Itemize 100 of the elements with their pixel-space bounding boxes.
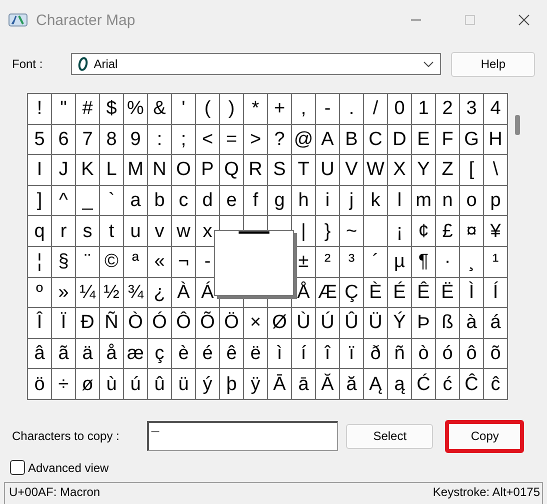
character-cell[interactable]: e <box>220 186 244 216</box>
character-cell[interactable]: Ą <box>364 369 388 400</box>
character-cell[interactable]: & <box>148 94 172 125</box>
character-cell[interactable]: _ <box>76 186 100 216</box>
character-cell[interactable]: ä <box>76 338 100 370</box>
character-cell[interactable]: º <box>28 278 52 308</box>
character-cell[interactable]: ö <box>28 369 52 400</box>
character-cell[interactable]: % <box>124 94 148 125</box>
character-cell[interactable]: å <box>100 338 124 370</box>
character-cell[interactable]: E <box>412 124 436 156</box>
character-cell[interactable]: C <box>364 124 388 156</box>
character-cell[interactable]: Ĉ <box>460 369 484 400</box>
character-cell[interactable]: » <box>52 278 76 308</box>
character-cell[interactable]: ` <box>100 186 124 216</box>
character-cell[interactable]: ó <box>436 338 460 370</box>
character-cell[interactable]: 5 <box>28 124 52 156</box>
character-cell[interactable]: Î <box>28 308 52 339</box>
character-cell[interactable]: ĉ <box>484 369 508 400</box>
character-cell[interactable]: ¾ <box>124 278 148 308</box>
character-cell[interactable]: b <box>148 186 172 216</box>
character-cell[interactable]: ¨ <box>76 246 100 278</box>
character-cell[interactable]: ý <box>196 369 220 400</box>
character-cell[interactable]: " <box>52 94 76 125</box>
character-cell[interactable]: À <box>172 278 196 308</box>
character-cell[interactable]: l <box>388 186 412 216</box>
help-button[interactable]: Help <box>451 52 535 76</box>
character-cell[interactable]: ~ <box>340 216 364 247</box>
character-cell[interactable]: ò <box>412 338 436 370</box>
character-cell[interactable]: r <box>52 216 76 247</box>
character-cell[interactable]: ø <box>76 369 100 400</box>
character-cell[interactable]: o <box>460 186 484 216</box>
character-cell[interactable]: ê <box>220 338 244 370</box>
character-cell[interactable]: ù <box>100 369 124 400</box>
character-cell[interactable]: G <box>460 124 484 156</box>
character-cell[interactable]: 4 <box>484 94 508 125</box>
character-cell[interactable]: Û <box>340 308 364 339</box>
character-cell[interactable]: Ý <box>388 308 412 339</box>
font-dropdown[interactable]: Arial <box>70 53 442 75</box>
character-cell[interactable]: h <box>292 186 316 216</box>
character-cell[interactable]: ¸ <box>460 246 484 278</box>
character-cell[interactable]: Ă <box>316 369 340 400</box>
character-cell[interactable]: < <box>196 124 220 156</box>
character-cell[interactable]: ā <box>292 369 316 400</box>
character-cell[interactable]: á <box>484 308 508 339</box>
character-cell[interactable]: ² <box>316 246 340 278</box>
advanced-view-checkbox[interactable] <box>10 460 25 476</box>
character-cell[interactable]: X <box>388 155 412 186</box>
character-cell[interactable]: S <box>268 155 292 186</box>
character-cell[interactable]: Í <box>484 278 508 308</box>
character-cell[interactable]: ! <box>28 94 52 125</box>
character-cell[interactable]: Ø <box>268 308 292 339</box>
character-cell[interactable]: ª <box>124 246 148 278</box>
character-cell[interactable]: m <box>412 186 436 216</box>
character-cell[interactable]: = <box>220 124 244 156</box>
character-cell[interactable]: v <box>148 216 172 247</box>
character-cell[interactable]: ¢ <box>412 216 436 247</box>
character-cell[interactable]: $ <box>100 94 124 125</box>
character-cell[interactable]: A <box>316 124 340 156</box>
character-cell[interactable]: ¶ <box>412 246 436 278</box>
character-cell[interactable]: ć <box>436 369 460 400</box>
character-cell[interactable]: ½ <box>100 278 124 308</box>
character-cell[interactable]: ï <box>340 338 364 370</box>
character-cell[interactable]: Õ <box>196 308 220 339</box>
character-cell[interactable]: ü <box>172 369 196 400</box>
character-cell[interactable]: I <box>28 155 52 186</box>
character-cell[interactable]: £ <box>436 216 460 247</box>
character-cell[interactable]: Ò <box>124 308 148 339</box>
character-cell[interactable]: ą <box>388 369 412 400</box>
character-cell[interactable]: p <box>484 186 508 216</box>
character-cell[interactable]: þ <box>220 369 244 400</box>
character-cell[interactable]: Ç <box>340 278 364 308</box>
character-cell[interactable]: Ó <box>148 308 172 339</box>
character-cell[interactable]: g <box>268 186 292 216</box>
character-cell[interactable]: Ā <box>268 369 292 400</box>
character-cell[interactable]: ñ <box>388 338 412 370</box>
character-cell[interactable]: - <box>316 94 340 125</box>
character-cell[interactable]: ¡ <box>388 216 412 247</box>
character-cell[interactable] <box>364 216 388 247</box>
character-cell[interactable]: w <box>172 216 196 247</box>
character-cell[interactable]: ) <box>220 94 244 125</box>
character-cell[interactable]: æ <box>124 338 148 370</box>
character-cell[interactable]: * <box>244 94 268 125</box>
character-cell[interactable]: F <box>436 124 460 156</box>
character-cell[interactable]: Ë <box>436 278 460 308</box>
character-cell[interactable]: ÿ <box>244 369 268 400</box>
character-cell[interactable]: i <box>316 186 340 216</box>
character-cell[interactable]: ð <box>364 338 388 370</box>
character-cell[interactable]: Ú <box>316 308 340 339</box>
character-cell[interactable]: Ð <box>76 308 100 339</box>
character-cell[interactable]: 7 <box>76 124 100 156</box>
character-cell[interactable]: ¼ <box>76 278 100 308</box>
character-cell[interactable]: ¥ <box>484 216 508 247</box>
character-cell[interactable]: f <box>244 186 268 216</box>
character-cell[interactable]: V <box>340 155 364 186</box>
character-cell[interactable]: µ <box>388 246 412 278</box>
character-cell[interactable]: c <box>172 186 196 216</box>
character-cell[interactable]: Ñ <box>100 308 124 339</box>
character-cell[interactable]: à <box>460 308 484 339</box>
character-cell[interactable]: } <box>316 216 340 247</box>
character-cell[interactable]: ß <box>436 308 460 339</box>
